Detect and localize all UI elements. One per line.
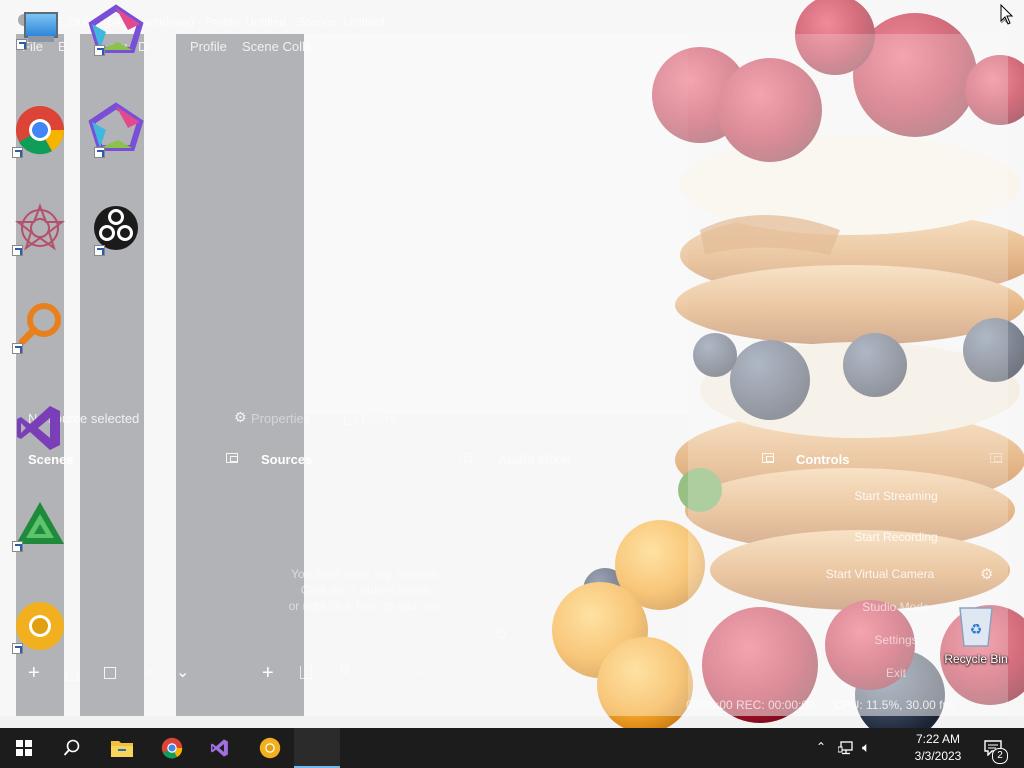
menu-profile[interactable]: Profile [190, 39, 227, 54]
move-source-up-icon[interactable]: ˄ [380, 664, 388, 680]
windows-logo-icon [16, 740, 32, 756]
chrome-canary-taskbar-button[interactable] [246, 728, 294, 768]
sources-empty-line-3: or right click here to add one. [288, 599, 444, 613]
sources-dock-header: Sources [250, 446, 480, 472]
menu-scene-collection[interactable]: Scene Colle [242, 39, 312, 54]
add-source-icon[interactable]: + [262, 662, 274, 685]
shortcut-arrow-icon [94, 45, 105, 56]
start-virtual-camera-row: Start Virtual Camera ⚙ [800, 566, 1000, 584]
undock-icon[interactable] [460, 453, 472, 463]
title-bar[interactable]: OBS 29.0.2 (64-bit, windows) - Profile: … [0, 10, 1024, 34]
remove-scene-icon[interactable] [66, 668, 78, 681]
sources-empty-hint: You don't have any sources. Click the + … [256, 566, 476, 614]
recycle-bin-graphic: ♻ [959, 607, 993, 647]
gear-icon: ⚙ [234, 409, 247, 425]
shortcut-arrow-icon [12, 245, 23, 256]
move-scene-down-icon[interactable]: ⌄ [176, 662, 189, 682]
shortcut-arrow-icon [12, 147, 23, 158]
virtual-camera-settings-gear-icon[interactable]: ⚙ [980, 565, 993, 583]
chrome-canary-icon[interactable] [12, 598, 68, 654]
taskbar: ⌃ 🔈︎ 7:22 AM 3/3/2023 2 [0, 728, 1024, 768]
green-triangle-app-icon[interactable] [12, 496, 68, 552]
mouse-cursor-icon [1000, 4, 1014, 25]
clock[interactable]: 7:22 AM 3/3/2023 [898, 731, 978, 765]
chrome-taskbar-button[interactable] [148, 728, 196, 768]
undock-icon[interactable] [226, 453, 238, 463]
shortcut-arrow-icon [12, 643, 23, 654]
recycle-bin-label: Recycle Bin [944, 652, 1008, 666]
properties-button[interactable]: ⚙ Properties [234, 409, 314, 426]
search-icon [63, 739, 80, 756]
network-icon[interactable] [838, 741, 854, 755]
start-button[interactable] [0, 728, 48, 768]
mandala-app-icon[interactable] [12, 200, 68, 256]
undock-icon[interactable] [990, 453, 1002, 463]
obs-icon[interactable] [88, 200, 144, 256]
chrome-icon [161, 737, 183, 759]
computer-icon[interactable] [12, 8, 68, 64]
audio-mixer-gear-icon[interactable]: ⚙ [494, 625, 507, 643]
clock-date: 3/3/2023 [914, 749, 962, 763]
shortcut-arrow-icon [16, 39, 27, 50]
move-source-down-icon[interactable]: ˅ [414, 664, 422, 680]
folder-icon [111, 741, 133, 757]
pentagon-app-icon-2[interactable] [88, 102, 144, 158]
visual-studio-logo-icon [17, 406, 60, 450]
start-streaming-button[interactable]: Start Streaming [830, 489, 962, 503]
properties-label: Properties [251, 411, 311, 426]
shortcut-arrow-icon [12, 541, 23, 552]
audio-mixer-dock-title: Audio Mixer [498, 452, 573, 467]
chrome-icon[interactable] [12, 102, 68, 158]
sources-empty-line-1: You don't have any sources. [291, 567, 441, 581]
undock-icon[interactable] [762, 453, 774, 463]
source-properties-gear-icon[interactable]: ⚙ [338, 660, 351, 678]
recycle-bin-icon[interactable]: ♻ Recycle Bin [940, 600, 1012, 670]
notification-count-badge: 2 [992, 748, 1008, 764]
audio-mixer-dock-header: Audio Mixer [486, 446, 776, 472]
magnifier-app-icon[interactable] [12, 298, 68, 354]
controls-dock-header: Controls [784, 446, 1008, 472]
start-recording-button[interactable]: Start Recording [830, 530, 962, 544]
start-virtual-camera-button[interactable]: Start Virtual Camera [800, 567, 960, 581]
visual-studio-icon[interactable] [12, 400, 68, 456]
move-scene-up-icon[interactable]: ˄ [146, 664, 154, 680]
shortcut-arrow-icon [94, 245, 105, 256]
pentagon-app-icon[interactable] [88, 4, 144, 60]
status-live-time: 00:00:00 [686, 698, 733, 712]
obs-taskbar-button[interactable] [294, 728, 340, 768]
status-rec-time: REC: 00:00:00 [736, 698, 815, 712]
file-explorer-taskbar-button[interactable] [98, 728, 146, 768]
visual-studio-taskbar-button[interactable] [196, 728, 244, 768]
obs-window: OBS 29.0.2 (64-bit, windows) - Profile: … [0, 0, 1024, 728]
shortcut-arrow-icon [94, 147, 105, 158]
search-button[interactable] [48, 728, 96, 768]
svg-text:♻: ♻ [970, 622, 983, 638]
visual-studio-icon [210, 739, 228, 757]
keyboard-shape [28, 36, 54, 42]
preview-panel [304, 34, 688, 414]
action-center-button[interactable]: 2 [978, 728, 1024, 768]
monitor-shape [24, 12, 58, 38]
volume-icon[interactable]: 🔈︎ [862, 739, 870, 756]
status-cpu-fps: CPU: 11.5%, 30.00 fps [834, 698, 956, 712]
filters-button[interactable]: Filters [344, 410, 414, 426]
chrome-canary-icon [259, 737, 281, 759]
remove-source-icon[interactable] [300, 666, 312, 679]
add-scene-icon[interactable]: + [28, 662, 40, 685]
filter-icon [344, 411, 356, 425]
sources-empty-line-2: Click the + button below, [300, 583, 432, 597]
show-hidden-icons-chevron-icon[interactable]: ⌃ [816, 740, 826, 754]
shortcut-arrow-icon [12, 343, 23, 354]
controls-dock-title: Controls [796, 452, 850, 467]
clock-time: 7:22 AM [915, 732, 961, 746]
scene-filters-icon[interactable] [104, 667, 116, 679]
sources-dock-title: Sources [261, 452, 313, 467]
filters-label: Filters [361, 411, 397, 426]
